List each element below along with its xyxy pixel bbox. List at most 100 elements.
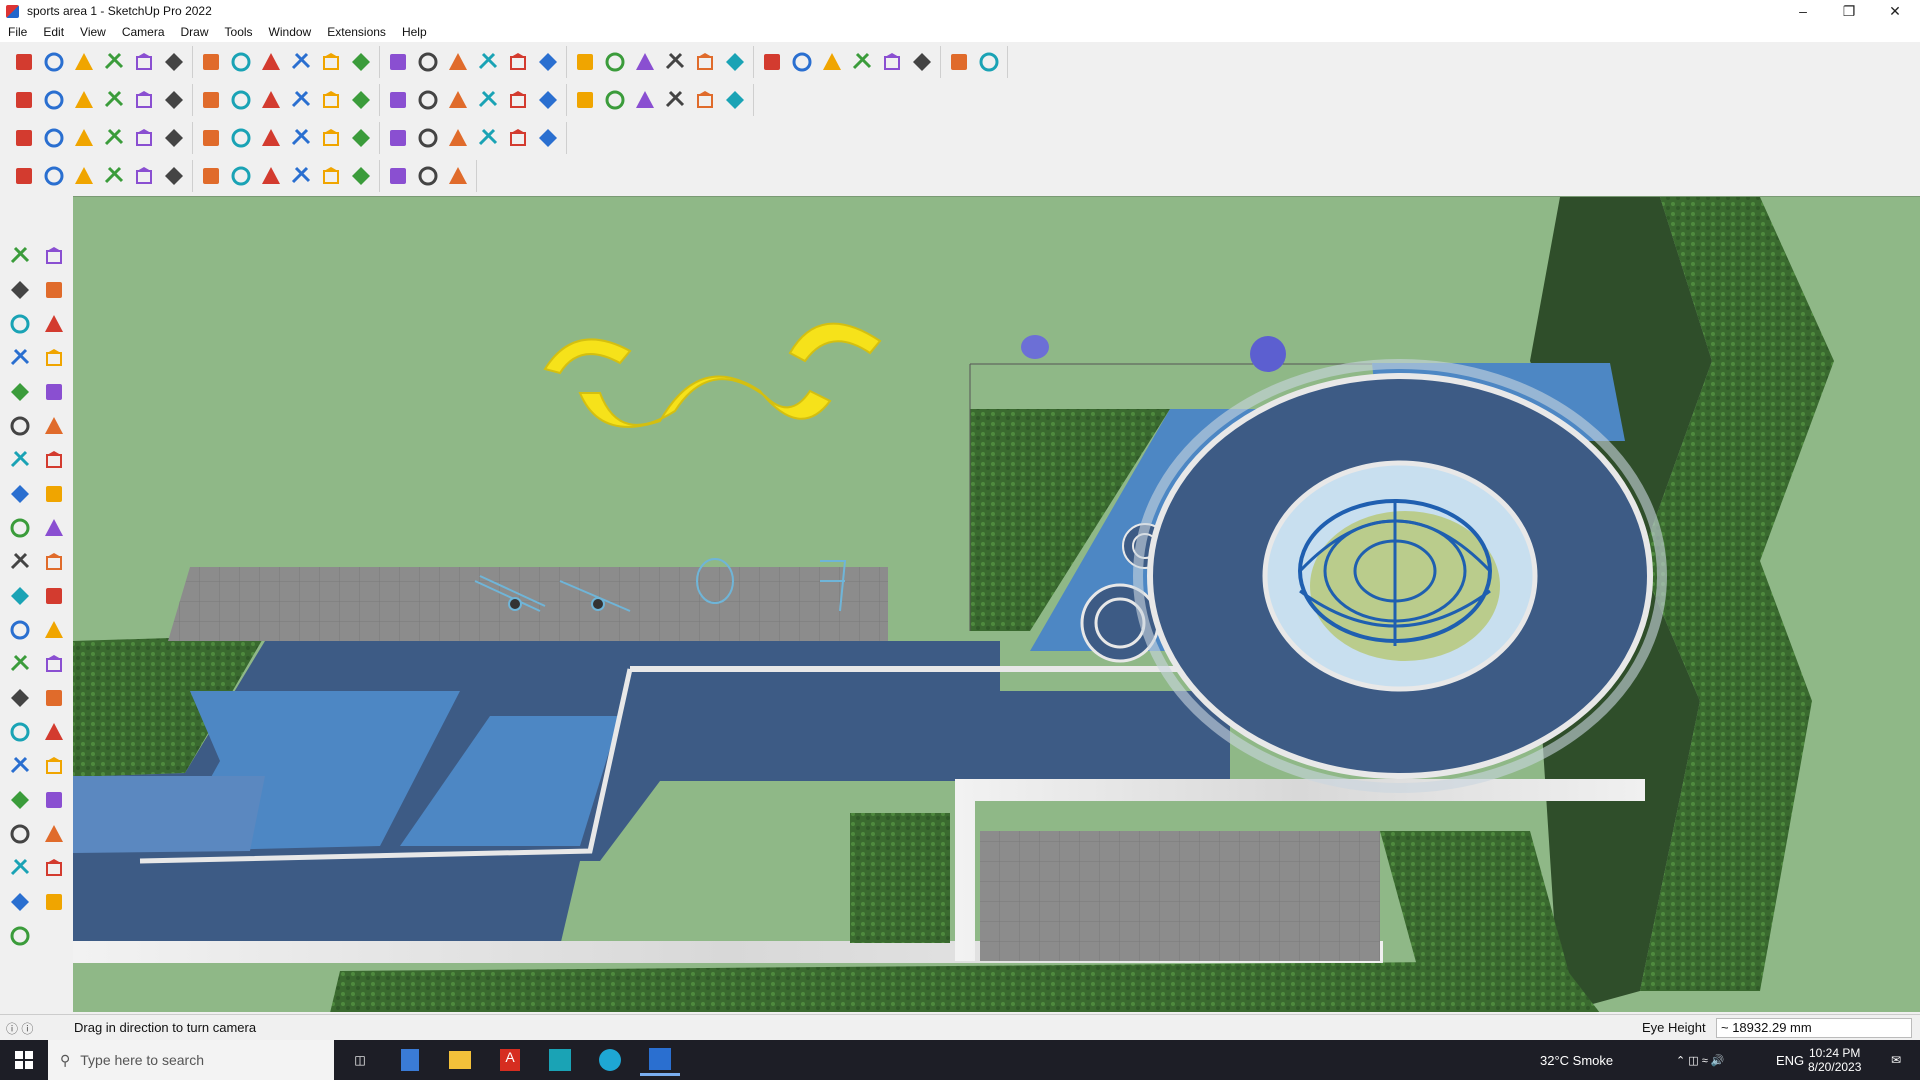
zoom-extents-icon[interactable] <box>533 47 563 77</box>
split-icon[interactable] <box>129 123 159 153</box>
menu-view[interactable]: View <box>72 25 114 39</box>
menu-camera[interactable]: Camera <box>114 25 173 39</box>
text-icon[interactable] <box>383 47 413 77</box>
extension-icon[interactable] <box>787 47 817 77</box>
freehand-tool-icon[interactable] <box>38 342 70 374</box>
rectangle-icon[interactable] <box>159 47 189 77</box>
tape-measure-tool-icon[interactable] <box>4 614 36 646</box>
menu-window[interactable]: Window <box>261 25 320 39</box>
zoom-tool-icon[interactable] <box>4 750 36 782</box>
scale-icon[interactable] <box>316 47 346 77</box>
look-around-tool-icon[interactable] <box>38 818 70 850</box>
triangle-icon[interactable] <box>316 123 346 153</box>
textured-icon[interactable] <box>346 85 376 115</box>
flip-icon[interactable] <box>286 123 316 153</box>
menu-extensions[interactable]: Extensions <box>319 25 394 39</box>
shadow-icon[interactable] <box>473 85 503 115</box>
components-icon[interactable] <box>660 47 690 77</box>
join-icon[interactable] <box>99 123 129 153</box>
windows-start-icon[interactable] <box>4 1044 44 1076</box>
taskbar-search[interactable]: ⚲ Type here to search <box>48 1040 334 1080</box>
polygon-tool-icon[interactable] <box>38 410 70 442</box>
info-icon[interactable]: ⓘ ⓘ <box>6 1020 33 1037</box>
gear-icon[interactable] <box>533 123 563 153</box>
warehouse-icon[interactable] <box>757 47 787 77</box>
edge-icon[interactable] <box>590 1044 630 1076</box>
dimension-icon[interactable] <box>877 47 907 77</box>
line-icon[interactable] <box>99 161 129 191</box>
section-plane-tool-icon[interactable] <box>38 852 70 884</box>
zoom-window-icon[interactable] <box>503 47 533 77</box>
right-icon[interactable] <box>99 85 129 115</box>
file-explorer-icon[interactable] <box>440 1044 480 1076</box>
zoom-extents-tool-icon[interactable] <box>4 784 36 816</box>
text-tool-icon[interactable] <box>38 614 70 646</box>
pushpull-tool-icon[interactable] <box>38 512 70 544</box>
sphere-icon[interactable] <box>503 123 533 153</box>
menu-draw[interactable]: Draw <box>173 25 217 39</box>
rotate-icon[interactable] <box>286 47 316 77</box>
styles-icon[interactable] <box>690 47 720 77</box>
rotate-tool-icon[interactable] <box>4 546 36 578</box>
front-icon[interactable] <box>69 85 99 115</box>
nurbs-icon[interactable] <box>9 161 39 191</box>
clock[interactable]: 10:24 PM 8/20/2023 <box>1808 1040 1861 1080</box>
section-cuts-tool-icon[interactable] <box>38 886 70 918</box>
shaded-icon[interactable] <box>316 85 346 115</box>
sketchup-taskbar-icon[interactable] <box>640 1044 680 1076</box>
parallelogram-icon[interactable] <box>660 85 690 115</box>
undo-icon[interactable] <box>907 47 937 77</box>
tag-icon[interactable] <box>443 85 473 115</box>
rectangle-tool-icon[interactable] <box>4 376 36 408</box>
menu-file[interactable]: File <box>0 25 35 39</box>
polygon-icon[interactable] <box>533 85 563 115</box>
measurements-box[interactable]: ~ 18932.29 mm <box>1716 1018 1912 1038</box>
arc-3pt-tool-icon[interactable] <box>38 478 70 510</box>
model-scene[interactable] <box>73 197 1920 1012</box>
orbit-tool-icon[interactable] <box>38 240 70 272</box>
spiral-icon[interactable] <box>720 85 750 115</box>
circle-tool-icon[interactable] <box>4 410 36 442</box>
notification-icon[interactable]: ✉ <box>1876 1044 1916 1076</box>
iso-icon[interactable] <box>9 85 39 115</box>
previous-icon[interactable] <box>570 47 600 77</box>
line-tool-icon[interactable] <box>4 342 36 374</box>
pan-icon[interactable] <box>473 47 503 77</box>
weld-icon[interactable] <box>196 123 226 153</box>
fence-icon[interactable] <box>413 161 443 191</box>
bezier-icon[interactable] <box>690 85 720 115</box>
previous-tool-icon[interactable] <box>38 784 70 816</box>
calculator-icon[interactable] <box>390 1044 430 1076</box>
draw-icon[interactable] <box>69 161 99 191</box>
spline-icon[interactable] <box>39 161 69 191</box>
task-view-icon[interactable]: ◫ <box>340 1044 380 1076</box>
paint-tool-icon[interactable] <box>4 274 36 306</box>
section-fill-tool-icon[interactable] <box>4 920 36 952</box>
tape-icon[interactable] <box>346 47 376 77</box>
weather-widget[interactable]: 32°C Smoke <box>1540 1040 1613 1080</box>
rotated-rect-tool-icon[interactable] <box>38 376 70 408</box>
shape-icon[interactable] <box>129 161 159 191</box>
wireframe-icon[interactable] <box>256 85 286 115</box>
language-indicator[interactable]: ENG <box>1776 1040 1804 1080</box>
column-icon[interactable] <box>383 161 413 191</box>
eraser-tool-icon[interactable] <box>38 274 70 306</box>
explode-icon[interactable] <box>256 123 286 153</box>
dimension-tool-icon[interactable] <box>4 682 36 714</box>
loop-icon[interactable] <box>346 123 376 153</box>
orbit-icon[interactable] <box>443 47 473 77</box>
layers-icon[interactable] <box>630 47 660 77</box>
pan-tool-icon[interactable] <box>38 716 70 748</box>
move-tool-icon[interactable] <box>4 512 36 544</box>
orbit-tool-tool-icon[interactable] <box>4 716 36 748</box>
followme-icon[interactable] <box>226 47 256 77</box>
back-icon[interactable] <box>129 85 159 115</box>
unknown-icon[interactable] <box>974 47 1004 77</box>
pie-tool-icon[interactable] <box>38 444 70 476</box>
select-tool-icon[interactable] <box>4 240 36 272</box>
chain-icon[interactable] <box>443 123 473 153</box>
house-icon[interactable] <box>413 85 443 115</box>
protractor-tool-icon[interactable] <box>4 648 36 680</box>
stair-icon[interactable] <box>226 161 256 191</box>
hidden-line-icon[interactable] <box>286 85 316 115</box>
